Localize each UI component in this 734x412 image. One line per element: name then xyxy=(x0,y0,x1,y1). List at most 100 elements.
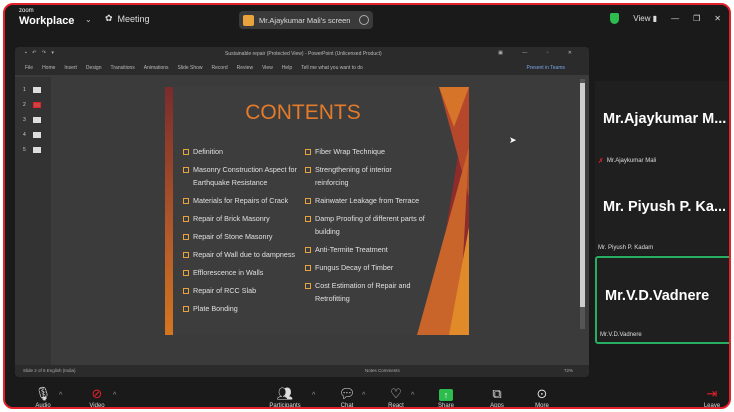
thumbnail-number: 4 xyxy=(23,132,26,138)
contents-item: Anti-Termite Treatment xyxy=(305,243,425,256)
powerpoint-title-bar: ▪ ↶ ↷ ▾ Sustainable repair (Protected Vi… xyxy=(15,47,589,61)
share-button[interactable]: ↑ Share xyxy=(433,387,459,407)
audio-button[interactable]: 🎙︎ Audio xyxy=(29,386,57,408)
thumbnail-image xyxy=(33,102,41,108)
chat-icon: 💬︎ xyxy=(338,386,356,401)
contents-item: Masonry Construction Aspect for Earthqua… xyxy=(183,163,303,189)
contents-item: Cost Estimation of Repair and Retrofitti… xyxy=(305,279,425,305)
mouse-cursor-icon: ➤ xyxy=(509,135,517,145)
slide-thumbnail[interactable]: 3 xyxy=(23,117,41,123)
participant-tile[interactable]: Mr. Piyush P. Ka... Mr. Piyush P. Kadam xyxy=(595,169,729,255)
thumbnail-number: 1 xyxy=(23,87,26,93)
zoom-window: zoom Workplace ⌄ ✿ Meeting Mr.Ajaykumar … xyxy=(3,3,731,409)
leave-icon: ⇥ xyxy=(706,386,718,401)
menu-item[interactable]: Insert xyxy=(64,65,77,71)
thumbnail-image xyxy=(33,117,41,123)
zoom-level[interactable]: 72% xyxy=(564,368,573,373)
menu-item[interactable]: Review xyxy=(237,65,253,71)
options-icon[interactable] xyxy=(359,15,370,25)
status-left: Slide 2 of 5 English (India) xyxy=(23,368,76,373)
menu-item[interactable]: File xyxy=(25,65,33,71)
window-controls: View ▮ — ❐ ✕ xyxy=(610,13,721,24)
participant-tile-active[interactable]: Mr.V.D.Vadnere Mr.V.D.Vadnere xyxy=(595,256,729,344)
pp-window-controls[interactable]: ▣ — ▫ ✕ xyxy=(498,50,581,56)
close-icon[interactable]: ✕ xyxy=(714,14,721,23)
participants-options-caret[interactable]: ^ xyxy=(312,392,315,399)
menu-item[interactable]: Design xyxy=(86,65,102,71)
present-in-teams[interactable]: Present in Teams xyxy=(526,65,565,71)
scroll-thumb[interactable] xyxy=(580,83,585,307)
contents-item: Repair of RCC Slab xyxy=(183,284,303,297)
shield-icon[interactable] xyxy=(610,13,620,24)
meeting-icon: ✿ xyxy=(105,13,113,23)
participant-display-name: Mr.V.D.Vadnere xyxy=(605,288,710,304)
menu-item[interactable]: Slide Show xyxy=(178,65,203,71)
menu-item[interactable]: Tell me what you want to do xyxy=(301,65,363,71)
thumbnail-number: 3 xyxy=(23,117,26,123)
minimize-icon[interactable]: — xyxy=(671,14,679,23)
leave-button[interactable]: ⇥ Leave xyxy=(699,386,725,408)
thumbnail-number: 2 xyxy=(23,102,26,108)
meeting-button[interactable]: ✿ Meeting xyxy=(105,13,150,24)
contents-item: Fungus Decay of Timber xyxy=(305,261,425,274)
menu-item[interactable]: Help xyxy=(282,65,292,71)
more-icon: ⊙ xyxy=(536,386,548,401)
participant-display-name: Mr.Ajaykumar M... xyxy=(603,111,727,127)
contents-item: Damp Proofing of different parts of buil… xyxy=(305,212,425,238)
restore-icon[interactable]: ❐ xyxy=(693,14,700,23)
heart-icon: ♡ xyxy=(390,386,402,401)
contents-item: Fiber Wrap Technique xyxy=(305,145,425,158)
participant-name-label: ✗ Mr.Ajaykumar Mali xyxy=(598,158,657,165)
slide-thumbnail[interactable]: 5 xyxy=(23,147,41,153)
view-button[interactable]: View ▮ xyxy=(633,14,657,23)
slide-thumbnail[interactable]: 4 xyxy=(23,132,41,138)
thumbnail-image xyxy=(33,132,41,138)
contents-item: Repair of Brick Masonry xyxy=(183,212,303,225)
participant-display-name: Mr. Piyush P. Ka... xyxy=(603,199,727,215)
menu-item[interactable]: Animations xyxy=(144,65,169,71)
chat-button[interactable]: 💬︎ Chat xyxy=(335,386,359,408)
participant-name-label: Mr. Piyush P. Kadam xyxy=(598,245,654,251)
react-options-caret[interactable]: ^ xyxy=(411,392,414,399)
chevron-down-icon[interactable]: ⌄ xyxy=(85,15,92,24)
shared-screen: ▪ ↶ ↷ ▾ Sustainable repair (Protected Vi… xyxy=(15,47,589,377)
chat-options-caret[interactable]: ^ xyxy=(362,392,365,399)
powerpoint-menu: File Home Insert Design Transitions Animation… xyxy=(15,61,589,75)
slide-title: CONTENTS xyxy=(245,101,361,124)
slide-thumbnail[interactable]: 2 xyxy=(23,102,41,108)
audio-options-caret[interactable]: ^ xyxy=(59,392,62,399)
top-bar: zoom Workplace ⌄ ✿ Meeting Mr.Ajaykumar … xyxy=(5,5,729,35)
participant-name-label: Mr.V.D.Vadnere xyxy=(600,332,642,338)
contents-item: Efflorescence in Walls xyxy=(183,266,303,279)
thumbnail-image xyxy=(33,87,41,93)
contents-item: Rainwater Leakage from Terrace xyxy=(305,194,425,207)
share-screen-icon xyxy=(243,14,254,26)
menu-item[interactable]: View xyxy=(262,65,273,71)
video-button[interactable]: ⊘ Video xyxy=(83,386,111,408)
powerpoint-status-bar: Slide 2 of 5 English (India) Notes Comme… xyxy=(15,365,589,377)
powerpoint-title: Sustainable repair (Protected View) - Po… xyxy=(225,51,382,57)
menu-item[interactable]: Home xyxy=(42,65,55,71)
status-right[interactable]: Notes Comments xyxy=(365,368,400,373)
apps-button[interactable]: ⧉ Apps xyxy=(485,386,509,408)
quick-access-icons[interactable]: ▪ ↶ ↷ ▾ xyxy=(25,50,56,56)
meeting-label: Meeting xyxy=(117,13,150,24)
menu-item[interactable]: Record xyxy=(212,65,228,71)
app-logo: Workplace xyxy=(19,15,75,27)
participant-tile[interactable]: Mr.Ajaykumar M... ✗ Mr.Ajaykumar Mali xyxy=(595,81,729,169)
more-button[interactable]: ⊙ More xyxy=(529,386,555,408)
slide-thumbnail[interactable]: 1 xyxy=(23,87,41,93)
vertical-scrollbar[interactable] xyxy=(580,79,585,329)
screen-share-indicator[interactable]: Mr.Ajaykumar Mali's screen xyxy=(239,11,373,29)
video-off-icon: ⊘ xyxy=(91,386,103,401)
apps-icon: ⧉ xyxy=(492,386,502,401)
participants-icon: 👥︎ xyxy=(276,386,294,401)
logo-small: zoom xyxy=(19,8,34,14)
contents-item: Repair of Wall due to dampness xyxy=(183,248,303,261)
menu-item[interactable]: Transitions xyxy=(111,65,135,71)
contents-right-column: Fiber Wrap Technique Strengthening of int… xyxy=(305,145,425,310)
microphone-icon: 🎙︎ xyxy=(34,386,52,401)
participants-button[interactable]: 👥︎ Participants xyxy=(261,386,309,408)
video-options-caret[interactable]: ^ xyxy=(113,392,116,399)
react-button[interactable]: ♡ React xyxy=(381,386,411,408)
